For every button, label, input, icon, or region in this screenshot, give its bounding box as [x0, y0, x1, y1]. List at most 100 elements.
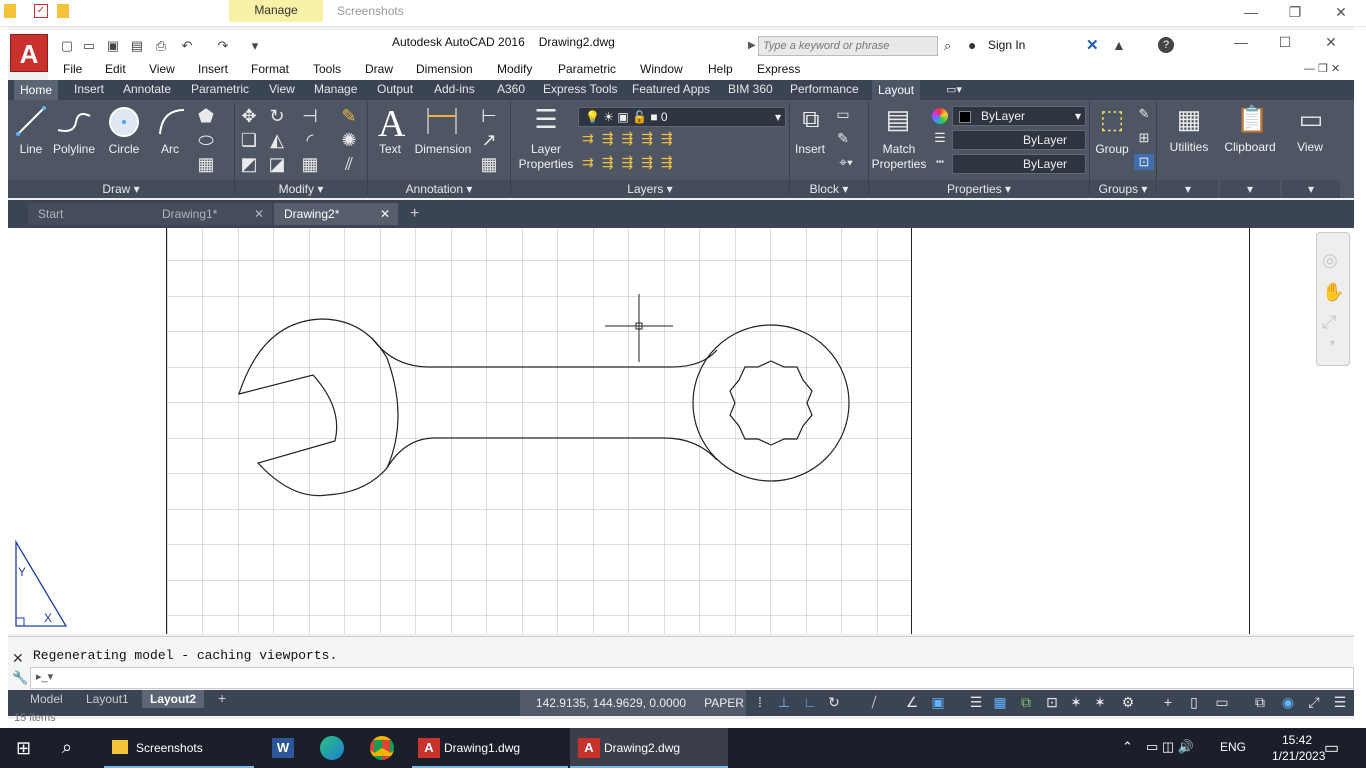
- menu-format[interactable]: Format: [251, 62, 289, 76]
- wrench-drawing[interactable]: [167, 228, 911, 634]
- block-attr-icon[interactable]: ⌖▾: [832, 154, 860, 171]
- copy-icon[interactable]: ❏: [238, 130, 260, 151]
- search-taskbar-icon[interactable]: ⌕: [62, 737, 72, 758]
- view-expand-icon[interactable]: ▾: [1282, 180, 1340, 198]
- layer-tools-row1[interactable]: ⇉⇶⇶⇶⇶: [582, 130, 702, 147]
- menu-help[interactable]: Help: [708, 62, 733, 76]
- view-button[interactable]: View: [1284, 140, 1336, 154]
- selection-cycling-icon[interactable]: ⧉: [1016, 694, 1036, 711]
- layers-panel-label[interactable]: Layers ▾: [511, 180, 789, 198]
- exchange-icon[interactable]: ✕: [1086, 36, 1099, 54]
- open-icon[interactable]: ▭: [80, 38, 98, 54]
- arc-button[interactable]: Arc: [152, 142, 188, 156]
- menu-file[interactable]: File: [63, 62, 82, 76]
- tab-home[interactable]: Home: [14, 80, 59, 100]
- layout-tab-layout2[interactable]: Layout2: [142, 690, 205, 708]
- draw-panel-label[interactable]: Draw ▾: [8, 180, 234, 198]
- linear-dim-icon[interactable]: ⊢: [478, 106, 500, 127]
- new-folder-icon[interactable]: [57, 4, 69, 18]
- ortho-icon[interactable]: ∟: [800, 694, 820, 710]
- tab-express-tools[interactable]: Express Tools: [543, 82, 617, 96]
- help-icon[interactable]: ?: [1158, 37, 1174, 53]
- menu-view[interactable]: View: [149, 62, 175, 76]
- trim-icon[interactable]: ⊣: [296, 106, 324, 127]
- close-command-icon[interactable]: ✕: [12, 650, 24, 667]
- tab-add-ins[interactable]: Add-ins: [434, 82, 475, 96]
- zoom-icon[interactable]: ⤢: [1322, 312, 1336, 333]
- tab-annotate[interactable]: Annotate: [123, 82, 171, 96]
- new-tab-icon[interactable]: +: [410, 205, 419, 223]
- layer-dropdown[interactable]: 💡 ☀ ▣ 🔓 ■ 0 ▾: [578, 107, 786, 127]
- annotation-scale-icon[interactable]: ✶: [1066, 694, 1086, 711]
- groups-panel-label[interactable]: Groups ▾: [1090, 180, 1156, 198]
- ribbon-minimize-icon[interactable]: ▭▾: [946, 83, 962, 96]
- menu-window[interactable]: Window: [640, 62, 683, 76]
- binoculars-icon[interactable]: ⌕: [944, 38, 951, 54]
- erase-icon[interactable]: ✎: [338, 106, 360, 127]
- undo-icon[interactable]: ↶: [178, 38, 196, 54]
- infer-icon[interactable]: ⊥: [774, 694, 794, 711]
- sign-in-button[interactable]: Sign In: [988, 38, 1025, 52]
- quick-view-icon[interactable]: ⊡: [1042, 694, 1062, 711]
- menu-express[interactable]: Express: [757, 62, 800, 76]
- polyline-button[interactable]: Polyline: [50, 142, 98, 156]
- explorer-minimize-icon[interactable]: —: [1236, 2, 1266, 22]
- plot-icon[interactable]: ⎙: [152, 38, 170, 54]
- tray-network-icon[interactable]: ▭ ◫ 🔊: [1146, 739, 1194, 755]
- mirror-icon[interactable]: ◭: [266, 130, 288, 151]
- layer-properties-button[interactable]: Layer Properties: [514, 142, 578, 172]
- table-icon[interactable]: ▦: [478, 154, 500, 175]
- paper-space-toggle[interactable]: PAPER: [702, 690, 746, 716]
- tab-layout[interactable]: Layout: [872, 80, 921, 100]
- osnap-tracking-icon[interactable]: ⧸: [864, 694, 884, 711]
- edge-icon[interactable]: [320, 736, 344, 760]
- windows-start-icon[interactable]: ⊞: [16, 738, 31, 759]
- clean-screen-icon[interactable]: ◉: [1278, 694, 1298, 711]
- customize-icon[interactable]: 🔧: [12, 670, 28, 686]
- scale-icon[interactable]: ◪: [266, 154, 288, 175]
- annotation-visibility-icon[interactable]: ✶: [1090, 694, 1110, 711]
- osnap-icon[interactable]: ▣: [928, 694, 948, 711]
- ellipse-icon[interactable]: ⬭: [194, 130, 218, 151]
- close-icon[interactable]: ✕: [1316, 32, 1346, 52]
- chrome-icon[interactable]: [370, 736, 394, 760]
- nav-more-icon[interactable]: ▾: [1330, 338, 1335, 349]
- file-tab-start[interactable]: Start: [28, 203, 152, 225]
- file-tab-drawing2[interactable]: Drawing2* ✕: [274, 203, 398, 225]
- utilities-button[interactable]: Utilities: [1162, 140, 1216, 154]
- explorer-close-icon[interactable]: ✕: [1326, 2, 1356, 22]
- units-icon[interactable]: ▯: [1184, 694, 1204, 711]
- application-menu-button[interactable]: A: [10, 34, 48, 72]
- snap-icon[interactable]: ⁞: [750, 694, 770, 710]
- coordinate-readout[interactable]: 142.9135, 144.9629, 0.0000: [520, 690, 702, 716]
- add-layout-icon[interactable]: +: [218, 690, 226, 706]
- edit-block-icon[interactable]: ✎: [832, 130, 854, 147]
- linetype-dropdown[interactable]: ByLayer: [952, 154, 1086, 174]
- modify-panel-label[interactable]: Modify ▾: [235, 180, 367, 198]
- file-tab-drawing1[interactable]: Drawing1* ✕: [152, 203, 272, 225]
- match-properties-button[interactable]: Match Properties: [870, 142, 928, 172]
- polygon-icon[interactable]: ⬟: [194, 106, 218, 127]
- command-input[interactable]: [30, 667, 1354, 689]
- properties-icon[interactable]: ✓: [34, 4, 48, 18]
- ungroup-icon[interactable]: ✎: [1134, 106, 1154, 122]
- annotation-panel-label[interactable]: Annotation ▾: [368, 180, 510, 198]
- isolate-objects-icon[interactable]: ⧉: [1250, 694, 1270, 711]
- dimension-button[interactable]: Dimension: [412, 142, 474, 156]
- group-select-icon[interactable]: ⊡: [1134, 154, 1154, 170]
- tab-performance[interactable]: Performance: [790, 82, 859, 96]
- menu-draw[interactable]: Draw: [365, 62, 393, 76]
- properties-panel-label[interactable]: Properties ▾: [869, 180, 1089, 198]
- command-prompt-icon[interactable]: ▸_▾: [36, 670, 53, 683]
- qat-dropdown-icon[interactable]: ▾: [246, 38, 264, 54]
- search-input[interactable]: Type a keyword or phrase: [758, 36, 938, 56]
- save-icon[interactable]: ▣: [104, 38, 122, 54]
- hardware-acceleration-icon[interactable]: ▭: [1212, 694, 1232, 711]
- explode-icon[interactable]: ✺: [338, 130, 360, 151]
- steering-wheel-icon[interactable]: ◎: [1322, 250, 1338, 271]
- autodesk-360-icon[interactable]: ▲: [1112, 37, 1126, 53]
- notification-icon[interactable]: ▭: [1324, 738, 1339, 758]
- grid-icon[interactable]: ▦: [990, 694, 1010, 711]
- clock[interactable]: 15:42 1/21/2023: [1272, 732, 1325, 764]
- group-edit-icon[interactable]: ⊞: [1134, 130, 1154, 146]
